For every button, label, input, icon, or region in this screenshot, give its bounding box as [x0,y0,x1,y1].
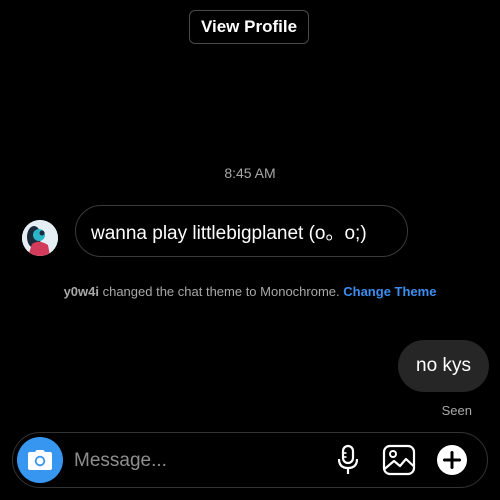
add-icon [437,445,467,475]
camera-icon [28,450,52,470]
incoming-message-text: wanna play littlebigplanet (o。o;) [91,222,367,244]
outgoing-message-text: no kys [416,355,471,376]
camera-button[interactable] [17,437,63,483]
voice-message-button[interactable] [330,442,366,478]
message-timestamp: 8:45 AM [224,165,276,181]
seen-status: Seen [441,403,472,418]
incoming-message-bubble[interactable]: wanna play littlebigplanet (o。o;) [75,205,408,257]
message-input[interactable] [74,446,314,476]
view-profile-button[interactable]: View Profile [189,10,309,44]
change-theme-link[interactable]: Change Theme [343,284,436,299]
theme-change-notice: y0w4i changed the chat theme to Monochro… [50,284,450,300]
notice-text: changed the chat theme to Monochrome. [98,284,344,299]
gallery-icon [382,444,416,476]
outgoing-message-bubble[interactable]: no kys [398,340,489,392]
microphone-icon [337,444,359,474]
avatar-image [22,220,58,256]
notice-username[interactable]: y0w4i [64,284,99,299]
avatar[interactable] [22,220,58,256]
add-button[interactable] [434,442,470,478]
gallery-button[interactable] [381,442,417,478]
